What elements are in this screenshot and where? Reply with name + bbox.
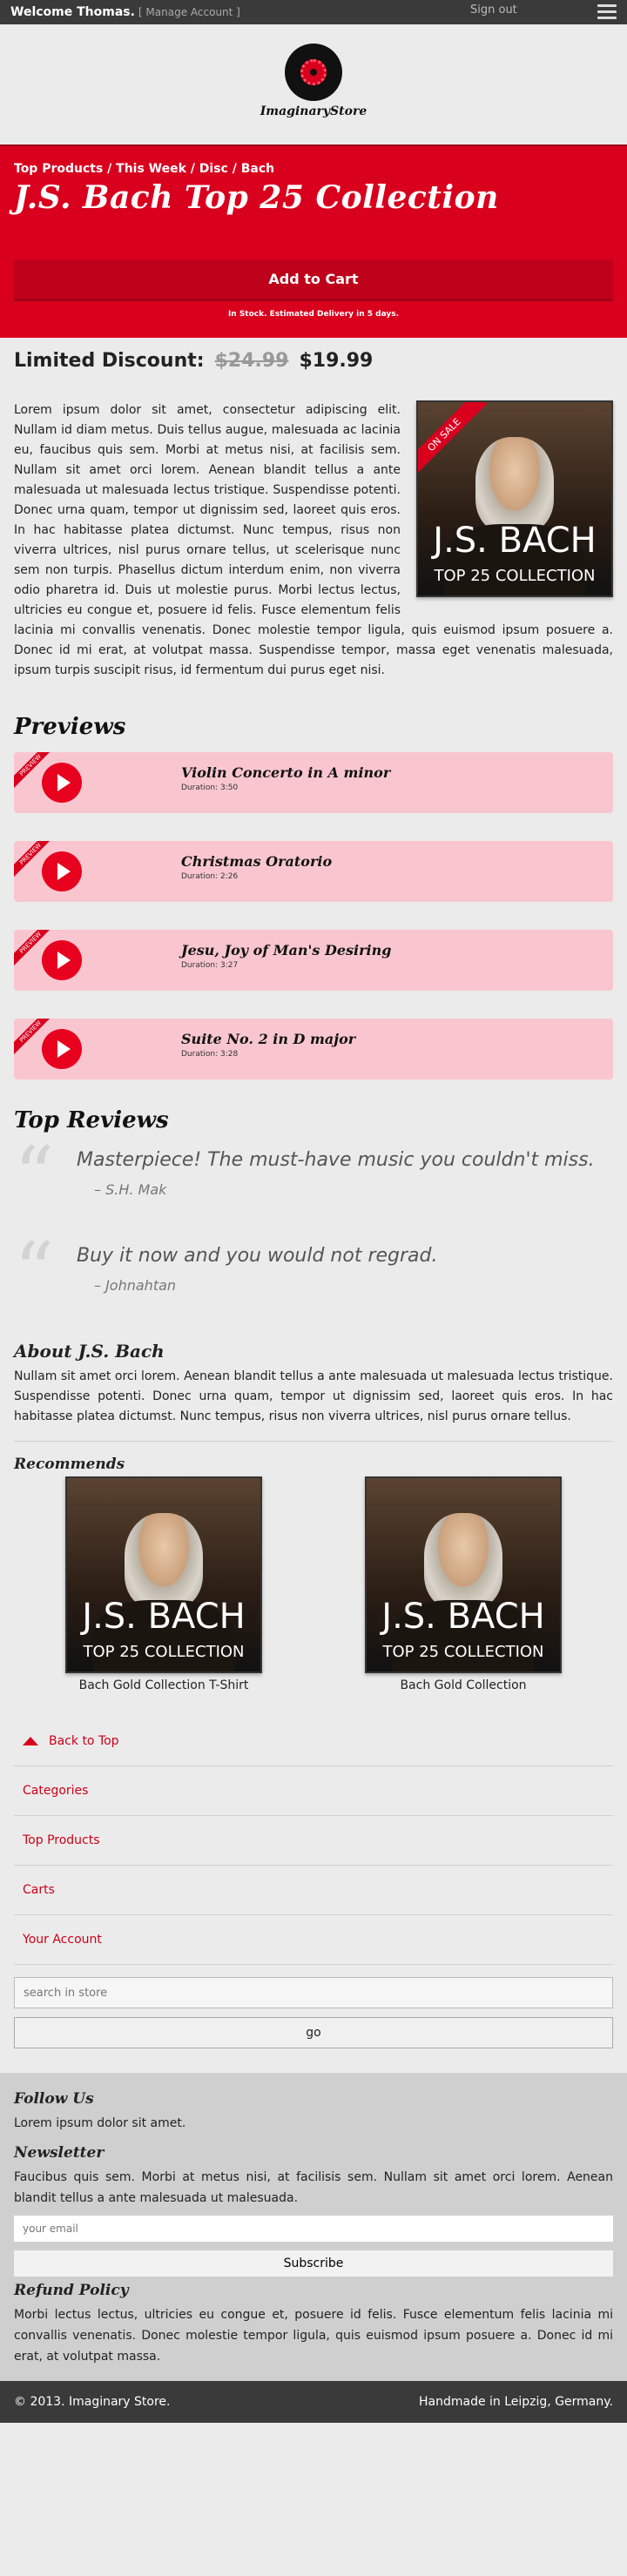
review-text: Masterpiece! The must-have music you cou… — [77, 1149, 595, 1171]
old-price: $24.99 — [214, 350, 289, 372]
album-title: J.S. BACH — [381, 1597, 545, 1637]
bottom-bar: © 2013. Imaginary Store. Handmade in Lei… — [0, 2381, 627, 2423]
refund-heading: Refund Policy — [14, 2282, 129, 2299]
review-text: Buy it now and you would not regrad. — [77, 1245, 438, 1267]
reviews-section: Top Reviews “ Masterpiece! The must-have… — [0, 1107, 627, 1341]
about-section: About J.S. Bach Nullam sit amet orci lor… — [0, 1341, 627, 1442]
recommended-product[interactable]: J.S. BACH TOP 25 COLLECTION Bach Gold Co… — [65, 1476, 262, 1692]
recommended-product-name[interactable]: Bach Gold Collection T-Shirt — [65, 1678, 262, 1692]
email-field[interactable] — [14, 2216, 613, 2242]
product-hero: Top Products / This Week / Disc / Bach J… — [0, 145, 627, 338]
preview-title: Jesu, Joy of Man's Desiring — [181, 942, 392, 958]
subscribe-button[interactable]: Subscribe — [14, 2250, 613, 2277]
add-to-cart-button[interactable]: Add to Cart — [14, 259, 613, 301]
menu-icon[interactable] — [597, 4, 617, 23]
nav-your-account[interactable]: Your Account — [14, 1915, 613, 1965]
recommended-product-name[interactable]: Bach Gold Collection — [365, 1678, 562, 1692]
copyright-text: © 2013. Imaginary Store. — [14, 2395, 171, 2409]
previews-section: Previews PREVIEW Violin Concerto in A mi… — [0, 714, 627, 1079]
discount-label: Limited Discount: — [14, 350, 205, 372]
recommended-product[interactable]: J.S. BACH TOP 25 COLLECTION Bach Gold Co… — [365, 1476, 562, 1692]
follow-heading: Follow Us — [14, 2090, 94, 2108]
preview-item[interactable]: PREVIEW Christmas Oratorio Duration: 2:2… — [14, 841, 613, 902]
nav-carts[interactable]: Carts — [14, 1866, 613, 1915]
preview-title: Violin Concerto in A minor — [181, 764, 391, 781]
play-icon[interactable] — [42, 763, 82, 803]
footer-nav: Back to Top Categories Top Products Cart… — [0, 1717, 627, 1965]
arrow-up-icon — [23, 1737, 38, 1745]
preview-title: Suite No. 2 in D major — [181, 1031, 356, 1047]
product-description: ON SALE J.S. BACH TOP 25 COLLECTION Lore… — [0, 390, 627, 696]
discount-row: Limited Discount: $24.99 $19.99 — [0, 338, 627, 390]
back-to-top-label: Back to Top — [49, 1734, 119, 1748]
product-title: J.S. Bach Top 25 Collection — [14, 179, 499, 216]
about-text: Nullam sit amet orci lorem. Aenean bland… — [14, 1369, 613, 1423]
review-item: “ Buy it now and you would not regrad. –… — [14, 1233, 613, 1341]
nav-categories[interactable]: Categories — [14, 1766, 613, 1816]
divider — [14, 1441, 613, 1442]
logo-text: ImaginaryStore — [260, 104, 367, 118]
preview-duration: Duration: 3:28 — [181, 1050, 239, 1059]
quote-icon: “ — [14, 1226, 55, 1317]
sign-out-link[interactable]: Sign out — [470, 3, 517, 17]
review-author: – Johnahtan — [94, 1277, 177, 1294]
follow-text: Lorem ipsum dolor sit amet. — [14, 2116, 186, 2130]
reviews-heading: Top Reviews — [14, 1107, 169, 1133]
preview-item[interactable]: PREVIEW Suite No. 2 in D major Duration:… — [14, 1019, 613, 1079]
recommends-section: Recommends J.S. BACH TOP 25 COLLECTION B… — [0, 1456, 627, 1692]
new-price: $19.99 — [299, 350, 374, 372]
album-subtitle: TOP 25 COLLECTION — [434, 567, 596, 585]
review-item: “ Masterpiece! The must-have music you c… — [14, 1137, 613, 1245]
back-to-top-link[interactable]: Back to Top — [14, 1717, 613, 1766]
newsletter-text: Faucibus quis sem. Morbi at metus nisi, … — [14, 2170, 613, 2205]
play-icon[interactable] — [42, 851, 82, 891]
stock-status: In Stock. Estimated Delivery in 5 days. — [227, 310, 400, 319]
logo-area[interactable]: ImaginaryStore — [0, 24, 627, 145]
refund-text: Morbi lectus lectus, ultricies eu congue… — [14, 2308, 613, 2364]
play-icon[interactable] — [42, 1029, 82, 1069]
about-heading: About J.S. Bach — [14, 1341, 165, 1362]
preview-duration: Duration: 3:27 — [181, 961, 239, 970]
welcome-text: Welcome Thomas. — [10, 5, 135, 19]
album-cover: ON SALE J.S. BACH TOP 25 COLLECTION — [416, 400, 613, 597]
preview-item[interactable]: PREVIEW Jesu, Joy of Man's Desiring Dura… — [14, 930, 613, 991]
handmade-text: Handmade in Leipzig, Germany. — [418, 2395, 613, 2409]
manage-account-link[interactable]: [ Manage Account ] — [138, 6, 240, 18]
top-bar: Welcome Thomas. [ Manage Account ] Sign … — [0, 0, 627, 24]
recommended-product-image[interactable]: J.S. BACH TOP 25 COLLECTION — [365, 1476, 562, 1673]
preview-duration: Duration: 3:50 — [181, 784, 239, 792]
previews-heading: Previews — [14, 714, 126, 740]
album-subtitle: TOP 25 COLLECTION — [83, 1643, 245, 1661]
recommends-heading: Recommends — [14, 1456, 125, 1473]
footer-boxes: Follow Us Lorem ipsum dolor sit amet. Ne… — [0, 2073, 627, 2381]
recommended-product-image[interactable]: J.S. BACH TOP 25 COLLECTION — [65, 1476, 262, 1673]
preview-duration: Duration: 2:26 — [181, 872, 239, 881]
search-input[interactable] — [14, 1977, 613, 2008]
play-icon[interactable] — [42, 940, 82, 980]
album-title: J.S. BACH — [433, 521, 597, 561]
album-subtitle: TOP 25 COLLECTION — [382, 1643, 544, 1661]
logo-disc-icon — [285, 44, 342, 101]
album-title: J.S. BACH — [82, 1597, 246, 1637]
nav-top-products[interactable]: Top Products — [14, 1816, 613, 1866]
quote-icon: “ — [14, 1130, 55, 1221]
search-area: go — [0, 1965, 627, 2048]
search-go-button[interactable]: go — [14, 2017, 613, 2048]
newsletter-heading: Newsletter — [14, 2144, 104, 2162]
preview-title: Christmas Oratorio — [181, 853, 333, 870]
review-author: – S.H. Mak — [94, 1181, 167, 1198]
preview-item[interactable]: PREVIEW Violin Concerto in A minor Durat… — [14, 752, 613, 813]
breadcrumb[interactable]: Top Products / This Week / Disc / Bach — [14, 162, 613, 176]
